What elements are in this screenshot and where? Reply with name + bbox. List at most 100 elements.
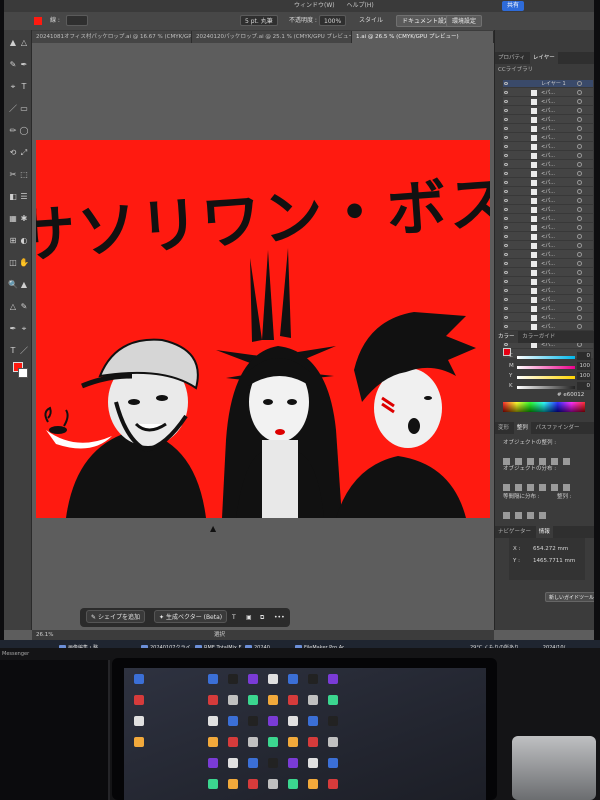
desktop-app-icon[interactable]	[208, 695, 218, 705]
target-circle-icon[interactable]	[577, 261, 582, 266]
stroke-weight-field[interactable]	[66, 12, 88, 30]
visibility-eye-icon[interactable]	[504, 109, 508, 112]
visibility-eye-icon[interactable]	[504, 271, 508, 274]
desktop-app-icon[interactable]	[328, 737, 338, 747]
desktop-app-icon[interactable]	[308, 674, 318, 684]
layer-row[interactable]: <パ...	[503, 161, 593, 169]
layer-row[interactable]: <パ...	[503, 224, 593, 232]
target-circle-icon[interactable]	[577, 252, 582, 257]
desktop-app-icon[interactable]	[268, 779, 278, 789]
tool-icon[interactable]: ▲	[8, 38, 18, 48]
desktop-app-icon[interactable]	[248, 695, 258, 705]
desktop-app-icon[interactable]	[228, 695, 238, 705]
channel-slider-track[interactable]	[517, 376, 575, 379]
channel-value-field[interactable]: 0	[577, 382, 591, 390]
target-circle-icon[interactable]	[577, 225, 582, 230]
tab-align[interactable]: 整列	[513, 422, 531, 434]
layer-row[interactable]: <パ...	[503, 188, 593, 196]
desktop-app-icon[interactable]	[134, 716, 144, 726]
desktop-app-icon[interactable]	[248, 737, 258, 747]
layer-row[interactable]: <パ...	[503, 233, 593, 241]
tool-icon[interactable]: ✋	[19, 258, 29, 268]
tab-pathfinder[interactable]: パスファインダー	[533, 422, 583, 434]
visibility-eye-icon[interactable]	[504, 325, 508, 328]
layer-row[interactable]: <パ...	[503, 296, 593, 304]
stroke-color-swatch[interactable]	[18, 368, 28, 378]
tab-properties[interactable]: プロパティ	[495, 52, 528, 64]
tool-icon[interactable]: ✎	[19, 302, 29, 312]
layer-row[interactable]: <パ...	[503, 287, 593, 295]
tool-icon[interactable]: ／	[8, 104, 18, 114]
target-circle-icon[interactable]	[577, 279, 582, 284]
tab-layers[interactable]: レイヤー	[529, 52, 558, 64]
color-slider-m[interactable]: M 100	[509, 362, 593, 372]
share-button[interactable]: 共有	[501, 1, 524, 11]
tool-icon[interactable]: ◐	[19, 236, 29, 246]
desktop-app-icon[interactable]	[288, 695, 298, 705]
target-circle-icon[interactable]	[577, 126, 582, 131]
desktop-app-icon[interactable]	[228, 779, 238, 789]
preferences-button[interactable]: 環境設定	[446, 12, 483, 30]
target-circle-icon[interactable]	[577, 153, 582, 158]
layer-row[interactable]: <パ...	[503, 116, 593, 124]
tool-icon[interactable]: ☰	[19, 192, 29, 202]
layer-row[interactable]: <パ...	[503, 305, 593, 313]
layer-row[interactable]: <パ...	[503, 314, 593, 322]
tool-icon[interactable]: ▦	[8, 214, 18, 224]
tool-icon[interactable]: ✎	[8, 60, 18, 70]
desktop-app-icon[interactable]	[328, 695, 338, 705]
tab-color-guide[interactable]: カラーガイド	[519, 331, 558, 343]
desktop-app-icon[interactable]	[134, 695, 144, 705]
tool-icon[interactable]: ／	[19, 346, 29, 356]
desktop-app-icon[interactable]	[268, 758, 278, 768]
visibility-eye-icon[interactable]	[504, 190, 508, 193]
layer-row[interactable]: <パ...	[503, 89, 593, 97]
tool-icon[interactable]: ◯	[19, 126, 29, 136]
doc-tab-1[interactable]: 20241081オフィス村パッケロップ.ai @ 16.67 % (CMYK/G…	[32, 31, 192, 43]
color-spectrum[interactable]	[503, 402, 585, 412]
desktop-app-icon[interactable]	[208, 779, 218, 789]
tool-icon[interactable]: ▲	[19, 280, 29, 290]
menu-window[interactable]: ウィンドウ(W)	[294, 2, 335, 9]
desktop-app-icon[interactable]	[268, 737, 278, 747]
visibility-eye-icon[interactable]	[504, 154, 508, 157]
target-circle-icon[interactable]	[577, 189, 582, 194]
desktop-app-icon[interactable]	[288, 716, 298, 726]
zoom-level[interactable]: 26.1%	[36, 630, 53, 640]
tool-icon[interactable]: ◫	[8, 258, 18, 268]
visibility-eye-icon[interactable]	[504, 226, 508, 229]
desktop-app-icon[interactable]	[228, 716, 238, 726]
visibility-eye-icon[interactable]	[504, 316, 508, 319]
color-slider-k[interactable]: K0	[509, 382, 593, 392]
visibility-eye-icon[interactable]	[504, 280, 508, 283]
desktop-app-icon[interactable]	[288, 758, 298, 768]
tool-icon[interactable]: T	[19, 82, 29, 92]
color-slider-y[interactable]: Y 100	[509, 372, 593, 382]
visibility-eye-icon[interactable]	[504, 343, 508, 346]
tool-icon[interactable]: 🔍	[8, 280, 18, 290]
channel-value-field[interactable]: 100	[577, 372, 591, 380]
tool-icon[interactable]: ✏	[8, 126, 18, 136]
visibility-eye-icon[interactable]	[504, 253, 508, 256]
desktop-app-icon[interactable]	[328, 779, 338, 789]
target-circle-icon[interactable]	[577, 108, 582, 113]
tool-icon[interactable]: ⟲	[8, 148, 18, 158]
tool-icon[interactable]: ⌖	[19, 324, 29, 334]
target-circle-icon[interactable]	[577, 90, 582, 95]
desktop-app-icon[interactable]	[328, 758, 338, 768]
desktop-app-icon[interactable]	[228, 674, 238, 684]
tool-icon[interactable]: ⌖	[8, 82, 18, 92]
visibility-eye-icon[interactable]	[504, 244, 508, 247]
target-circle-icon[interactable]	[577, 315, 582, 320]
visibility-eye-icon[interactable]	[504, 136, 508, 139]
layer-row[interactable]: <パ...	[503, 197, 593, 205]
layer-row[interactable]: <パ...	[503, 251, 593, 259]
image-icon[interactable]: ▣	[246, 608, 252, 627]
doc-tab-2[interactable]: 20240120パッケロップ.ai @ 25.1 % (CMYK/GPU プレビ…	[192, 31, 352, 43]
opacity-field[interactable]: 100%	[319, 12, 347, 30]
menu-help[interactable]: ヘルプ(H)	[347, 2, 374, 9]
target-circle-icon[interactable]	[577, 144, 582, 149]
visibility-eye-icon[interactable]	[504, 307, 508, 310]
desktop-app-icon[interactable]	[134, 737, 144, 747]
visibility-eye-icon[interactable]	[504, 82, 508, 85]
